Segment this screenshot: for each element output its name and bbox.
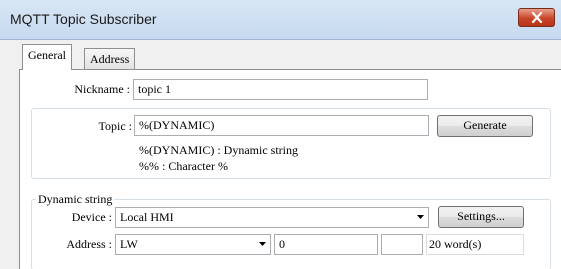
- generate-button[interactable]: Generate: [437, 115, 533, 137]
- topic-value: %(DYNAMIC): [139, 118, 215, 132]
- chevron-down-icon: [417, 215, 424, 219]
- device-label: Device :: [71, 210, 112, 224]
- tab-address[interactable]: Address: [84, 48, 136, 69]
- nickname-label: Nickname :: [74, 82, 130, 96]
- address-extra-input[interactable]: [381, 234, 423, 255]
- dialog-client: General Address Nickname : topic 1 Topic…: [10, 40, 561, 269]
- general-tab-page: Nickname : topic 1 Topic : %(DYNAMIC) Ge…: [19, 69, 561, 269]
- close-icon: [531, 12, 542, 23]
- tab-general[interactable]: General: [22, 44, 72, 70]
- word-count-value: 20 word(s): [429, 237, 482, 251]
- settings-button[interactable]: Settings...: [438, 206, 524, 228]
- nickname-input[interactable]: topic 1: [133, 79, 428, 100]
- address-type-select[interactable]: LW: [115, 234, 271, 255]
- device-select-value: Local HMI: [120, 210, 174, 224]
- address-type-value: LW: [120, 237, 138, 251]
- window-title: MQTT Topic Subscriber: [10, 11, 157, 27]
- tab-general-label: General: [28, 48, 66, 62]
- address-value: 0: [279, 237, 285, 251]
- nickname-value: topic 1: [138, 82, 171, 96]
- device-select[interactable]: Local HMI: [115, 207, 429, 228]
- topic-hint-dynamic: %(DYNAMIC) : Dynamic string: [139, 143, 298, 157]
- title-bar: MQTT Topic Subscriber: [0, 0, 561, 40]
- topic-input[interactable]: %(DYNAMIC): [134, 115, 429, 136]
- topic-label: Topic :: [98, 119, 133, 133]
- word-count-field: 20 word(s): [426, 234, 524, 255]
- address-value-input[interactable]: 0: [274, 234, 378, 255]
- generate-button-label: Generate: [463, 118, 507, 132]
- dynamic-string-group: Dynamic string Device : Local HMI Settin…: [31, 192, 551, 269]
- tab-address-label: Address: [90, 52, 130, 66]
- dynamic-string-legend: Dynamic string: [36, 192, 115, 207]
- address-label: Address :: [66, 237, 112, 251]
- chevron-down-icon: [259, 242, 266, 246]
- close-button[interactable]: [518, 8, 555, 27]
- topic-hint-percent: %% : Character %: [139, 159, 228, 173]
- topic-group: Topic : %(DYNAMIC) Generate %(DYNAMIC) :…: [31, 108, 551, 179]
- settings-button-label: Settings...: [457, 209, 505, 223]
